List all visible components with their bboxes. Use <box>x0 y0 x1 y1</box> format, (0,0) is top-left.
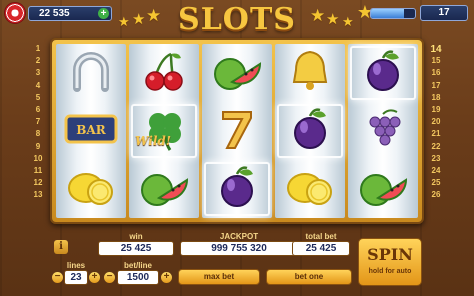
reel-cell <box>277 104 343 158</box>
payline-number: 16 <box>431 68 441 78</box>
star-icon: ★ <box>326 11 340 28</box>
spin-label: SPIN <box>367 245 413 264</box>
plum-icon <box>359 48 407 99</box>
grapes-icon <box>359 106 407 157</box>
payline-number: 1 <box>35 44 41 53</box>
payline-number: 24 <box>431 165 441 175</box>
reel-2: Wild! <box>129 44 199 218</box>
win-value: 25 425 <box>98 241 174 256</box>
payline-number: 10 <box>33 153 43 163</box>
jackpot-value: 999 755 320 <box>180 241 298 256</box>
payline-number: 12 <box>33 178 43 188</box>
total-bet-label: total bet <box>305 232 337 241</box>
reel-cell: Wild! <box>131 104 197 158</box>
lines-increase-button[interactable]: + <box>89 272 100 283</box>
reel-cell <box>204 46 270 100</box>
payline-numbers-left: 1 2 3 4 5 6 7 8 9 10 11 12 13 <box>28 44 48 202</box>
reel-cell <box>350 162 416 216</box>
reel-cell: 7 <box>204 104 270 158</box>
payline-number: 5 <box>35 92 41 102</box>
watermelon-icon <box>137 164 191 215</box>
payline-number: 11 <box>33 165 43 175</box>
payline-number: 2 <box>35 56 41 66</box>
payline-number: 7 <box>35 117 41 127</box>
reel-cell <box>58 46 124 100</box>
lemon-icon <box>64 164 118 215</box>
payline-number: 22 <box>431 141 441 151</box>
payline-number: 13 <box>33 190 43 200</box>
payline-number: 6 <box>35 104 41 114</box>
reel-cell <box>277 162 343 216</box>
jackpot-label: JACKPOT <box>219 232 259 241</box>
payline-number: 3 <box>35 68 41 78</box>
payline-number: 8 <box>35 129 41 139</box>
wild-label: Wild! <box>135 134 172 148</box>
reel-5 <box>348 44 418 218</box>
reel-cell <box>277 46 343 100</box>
plum-icon <box>286 106 334 157</box>
lines-label: lines <box>66 261 86 270</box>
max-bet-button[interactable]: max bet <box>178 269 260 285</box>
reel-cell <box>204 162 270 216</box>
cherry-icon <box>141 48 187 99</box>
payline-number: 19 <box>431 104 441 114</box>
reel-cell <box>350 104 416 158</box>
info-button[interactable]: i <box>54 240 68 254</box>
lemon-icon <box>283 164 337 215</box>
reel-cell: BAR <box>58 104 124 158</box>
seven-icon <box>217 106 257 157</box>
payline-number: 15 <box>431 56 441 66</box>
reel-3: 7 <box>202 44 272 218</box>
payline-number: 26 <box>431 190 441 200</box>
total-bet-value: 25 425 <box>292 241 350 256</box>
horseshoe-icon <box>67 48 115 99</box>
bet-one-button[interactable]: bet one <box>266 269 352 285</box>
payline-number: 14 <box>430 44 442 55</box>
payline-number: 9 <box>35 141 41 151</box>
spin-hint: hold for auto <box>368 268 412 275</box>
lines-decrease-button[interactable]: − <box>52 272 63 283</box>
bet-increase-button[interactable]: + <box>161 272 172 283</box>
payline-number: 4 <box>35 80 41 90</box>
star-icon: ★ <box>342 14 354 29</box>
clover-wild-icon <box>140 106 188 157</box>
game-title: SLOTS <box>178 2 296 37</box>
lines-value: 23 <box>64 270 88 285</box>
watermelon-icon <box>210 48 264 99</box>
reel-cell <box>58 162 124 216</box>
bar-label: BAR <box>76 123 106 137</box>
payline-number: 17 <box>431 80 441 90</box>
win-label: win <box>129 232 143 241</box>
reel-cell <box>131 162 197 216</box>
payline-number: 18 <box>431 92 441 102</box>
reel-1: BAR <box>56 44 126 218</box>
star-icon: ★ <box>310 6 326 25</box>
payline-number: 21 <box>431 129 441 139</box>
spin-button[interactable]: SPIN hold for auto <box>358 238 422 286</box>
bell-icon <box>286 48 334 99</box>
reels: BAR Wild! 7 <box>56 44 418 218</box>
payline-number: 20 <box>431 117 441 127</box>
bet-per-line-value: 1500 <box>117 270 159 285</box>
payline-number: 23 <box>431 153 441 163</box>
reel-cell <box>131 46 197 100</box>
bet-decrease-button[interactable]: − <box>104 272 115 283</box>
reel-4 <box>275 44 345 218</box>
payline-number: 25 <box>431 178 441 188</box>
payline-numbers-right: 14 15 16 17 18 19 20 21 22 23 24 25 26 <box>426 44 446 202</box>
watermelon-icon <box>356 164 410 215</box>
plum-icon <box>213 164 261 215</box>
bet-per-line-label: bet/line <box>123 261 152 270</box>
reel-cell <box>350 46 416 100</box>
